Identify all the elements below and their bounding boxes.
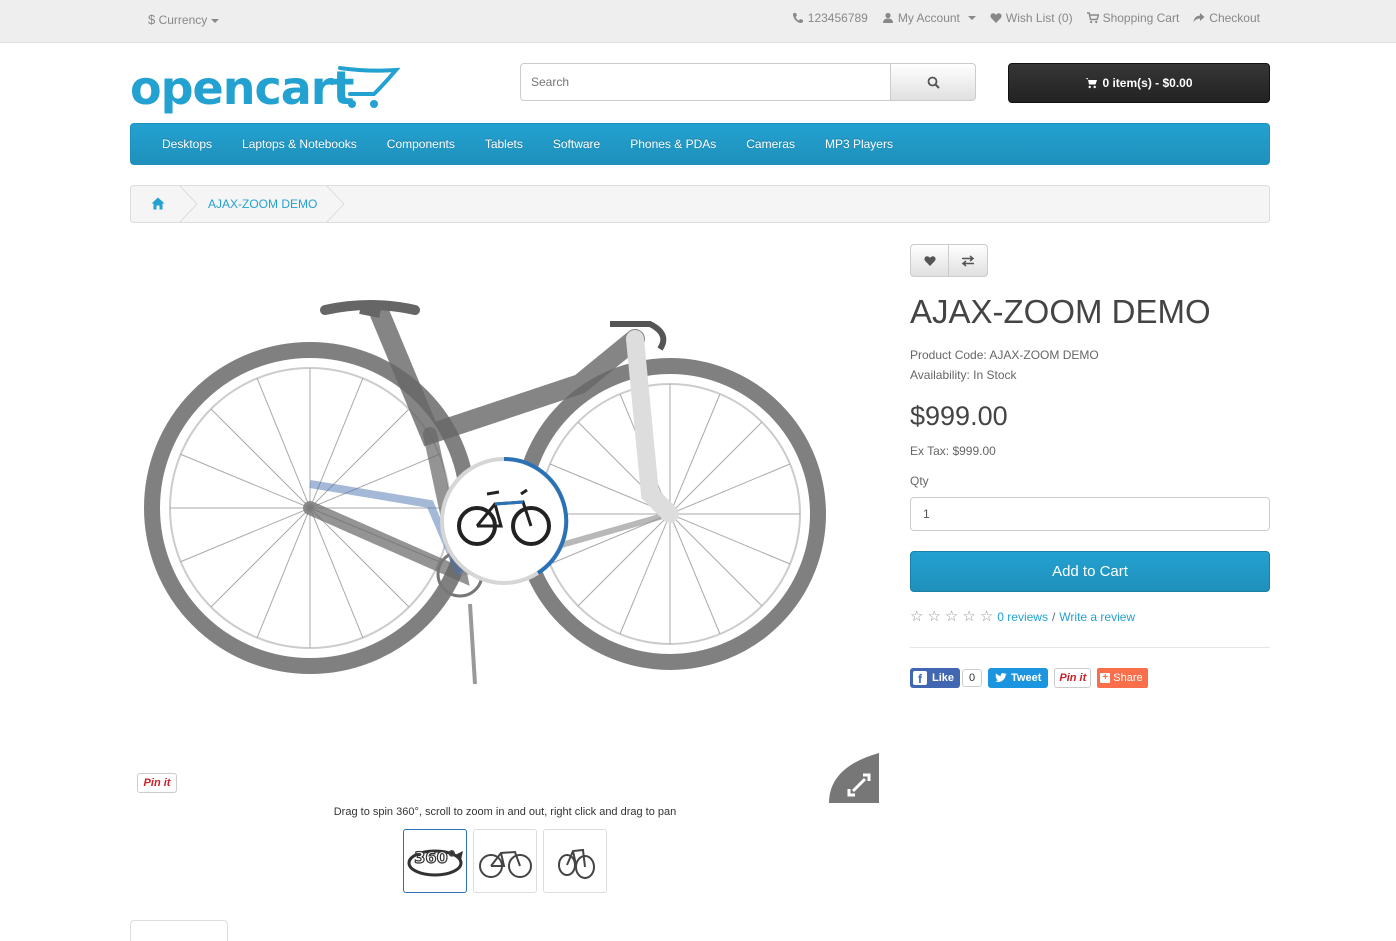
thumbnail-360-label: 360°: [414, 848, 455, 867]
cart-icon: [1085, 78, 1098, 89]
divider: [910, 647, 1270, 648]
breadcrumb-separator: [325, 185, 345, 223]
checkout-label: Checkout: [1209, 11, 1260, 25]
search-icon: [927, 76, 940, 89]
opencart-logo: opencart: [130, 61, 401, 115]
nav-item-software[interactable]: Software: [538, 137, 615, 151]
product-ex-tax: Ex Tax: $999.00: [910, 444, 996, 458]
user-icon: [882, 12, 893, 23]
nav-item-tablets[interactable]: Tablets: [470, 137, 538, 151]
compare-button[interactable]: [949, 244, 988, 277]
star-empty-icon: ☆: [944, 608, 959, 625]
plus-icon: +: [1100, 673, 1111, 683]
viewer-hint-text: Drag to spin 360°, scroll to zoom in and…: [333, 806, 677, 818]
share-arrow-icon: [1193, 13, 1205, 23]
main-nav: Desktops Laptops & Notebooks Components …: [130, 123, 1270, 165]
header-cart-button[interactable]: 0 item(s) - $0.00: [1008, 63, 1270, 103]
star-empty-icon: ☆: [927, 608, 941, 625]
product-availability: Availability: In Stock: [910, 368, 1017, 382]
bicycle-side-icon: [479, 850, 532, 878]
currency-label: Currency: [158, 13, 208, 27]
add-to-wishlist-button[interactable]: [910, 244, 949, 277]
quantity-label: Qty: [910, 474, 929, 488]
tweet-label: Tweet: [1011, 672, 1042, 684]
pinterest-pin-button[interactable]: Pin it: [1054, 668, 1092, 688]
chevron-down-icon: [211, 18, 220, 23]
top-bar: $ Currency 123456789 My Account Wish Lis…: [0, 0, 1396, 43]
checkout-link[interactable]: Checkout: [1193, 11, 1260, 25]
quantity-input[interactable]: [910, 497, 1270, 531]
breadcrumb-current[interactable]: AJAX-ZOOM DEMO: [208, 197, 317, 211]
product-title: AJAX-ZOOM DEMO: [910, 293, 1211, 330]
facebook-icon: f: [913, 671, 927, 685]
product-tab-stub[interactable]: [130, 920, 228, 941]
product-action-buttons: [910, 244, 988, 277]
twitter-bird-icon: [995, 673, 1008, 683]
heart-icon: [923, 255, 936, 266]
wish-list-link[interactable]: Wish List (0): [990, 11, 1073, 25]
product-code: Product Code: AJAX-ZOOM DEMO: [910, 348, 1099, 362]
facebook-like-button[interactable]: f Like: [910, 668, 961, 688]
exchange-icon: [961, 254, 975, 267]
write-review-link[interactable]: Write a review: [1059, 610, 1135, 624]
store-logo[interactable]: opencart: [130, 60, 401, 119]
product-rating: ☆ ☆ ☆ ☆ ☆ 0 reviews / Write a review: [910, 609, 1135, 624]
review-separator: /: [1051, 609, 1056, 624]
add-to-cart-button[interactable]: Add to Cart: [910, 551, 1270, 592]
star-empty-icon: ☆: [979, 608, 994, 625]
logo-text: opencart: [130, 61, 353, 115]
product-meta: Product Code: AJAX-ZOOM DEMO Availabilit…: [910, 345, 1099, 385]
fullscreen-toggle[interactable]: [829, 753, 879, 803]
rotate-360-icon: 360°: [407, 847, 463, 877]
top-links: 123456789 My Account Wish List (0) Shopp…: [792, 11, 1260, 25]
nav-item-phones-pdas[interactable]: Phones & PDAs: [615, 137, 731, 151]
spin-preview-circle[interactable]: [437, 454, 571, 588]
currency-dropdown[interactable]: $ Currency: [148, 12, 220, 27]
shopping-cart-link[interactable]: Shopping Cart: [1086, 11, 1180, 25]
phone-icon: [792, 13, 803, 23]
reviews-link[interactable]: 0 reviews: [997, 610, 1048, 624]
nav-item-mp3-players[interactable]: MP3 Players: [810, 137, 908, 151]
product-price: $999.00: [910, 401, 1008, 431]
pinit-image-button[interactable]: Pin it: [137, 773, 177, 793]
bicycle-angle-icon: [558, 848, 595, 879]
facebook-like-count: 0: [962, 669, 983, 687]
nav-item-cameras[interactable]: Cameras: [731, 137, 810, 151]
chevron-down-icon: [967, 16, 976, 20]
social-share-bar: f Like 0 Tweet Pin it + Share: [910, 668, 1148, 688]
cart-icon: [1086, 12, 1099, 24]
thumbnail-360[interactable]: 360°: [403, 829, 467, 893]
breadcrumb: AJAX-ZOOM DEMO: [130, 185, 1270, 223]
addthis-share-button[interactable]: + Share: [1097, 668, 1148, 688]
nav-item-desktops[interactable]: Desktops: [147, 137, 227, 151]
nav-item-components[interactable]: Components: [372, 137, 470, 151]
thumbnail-front-view[interactable]: [543, 829, 607, 893]
header-cart-label: 0 item(s) - $0.00: [1102, 76, 1193, 90]
my-account-label: My Account: [897, 11, 960, 25]
facebook-like-label: Like: [932, 672, 955, 684]
search-input[interactable]: [520, 63, 891, 101]
thumbnail-strip: 360°: [403, 829, 607, 893]
search-bar: [520, 63, 976, 101]
thumbnail-side-view[interactable]: [473, 829, 537, 893]
tweet-button[interactable]: Tweet: [988, 668, 1049, 688]
nav-item-laptops-notebooks[interactable]: Laptops & Notebooks: [227, 137, 372, 151]
star-empty-icon: ☆: [910, 608, 924, 625]
share-label: Share: [1113, 672, 1143, 684]
star-empty-icon: ☆: [962, 608, 976, 625]
home-icon[interactable]: [151, 197, 165, 210]
phone-link[interactable]: 123456789: [792, 11, 868, 25]
breadcrumb-separator: [178, 185, 198, 223]
search-button[interactable]: [891, 63, 976, 101]
my-account-dropdown[interactable]: My Account: [882, 11, 976, 25]
shopping-cart-label: Shopping Cart: [1102, 11, 1180, 25]
wish-list-label: Wish List (0): [1005, 11, 1073, 25]
phone-number: 123456789: [807, 11, 868, 25]
heart-icon: [990, 13, 1002, 23]
currency-symbol: $: [148, 12, 156, 27]
